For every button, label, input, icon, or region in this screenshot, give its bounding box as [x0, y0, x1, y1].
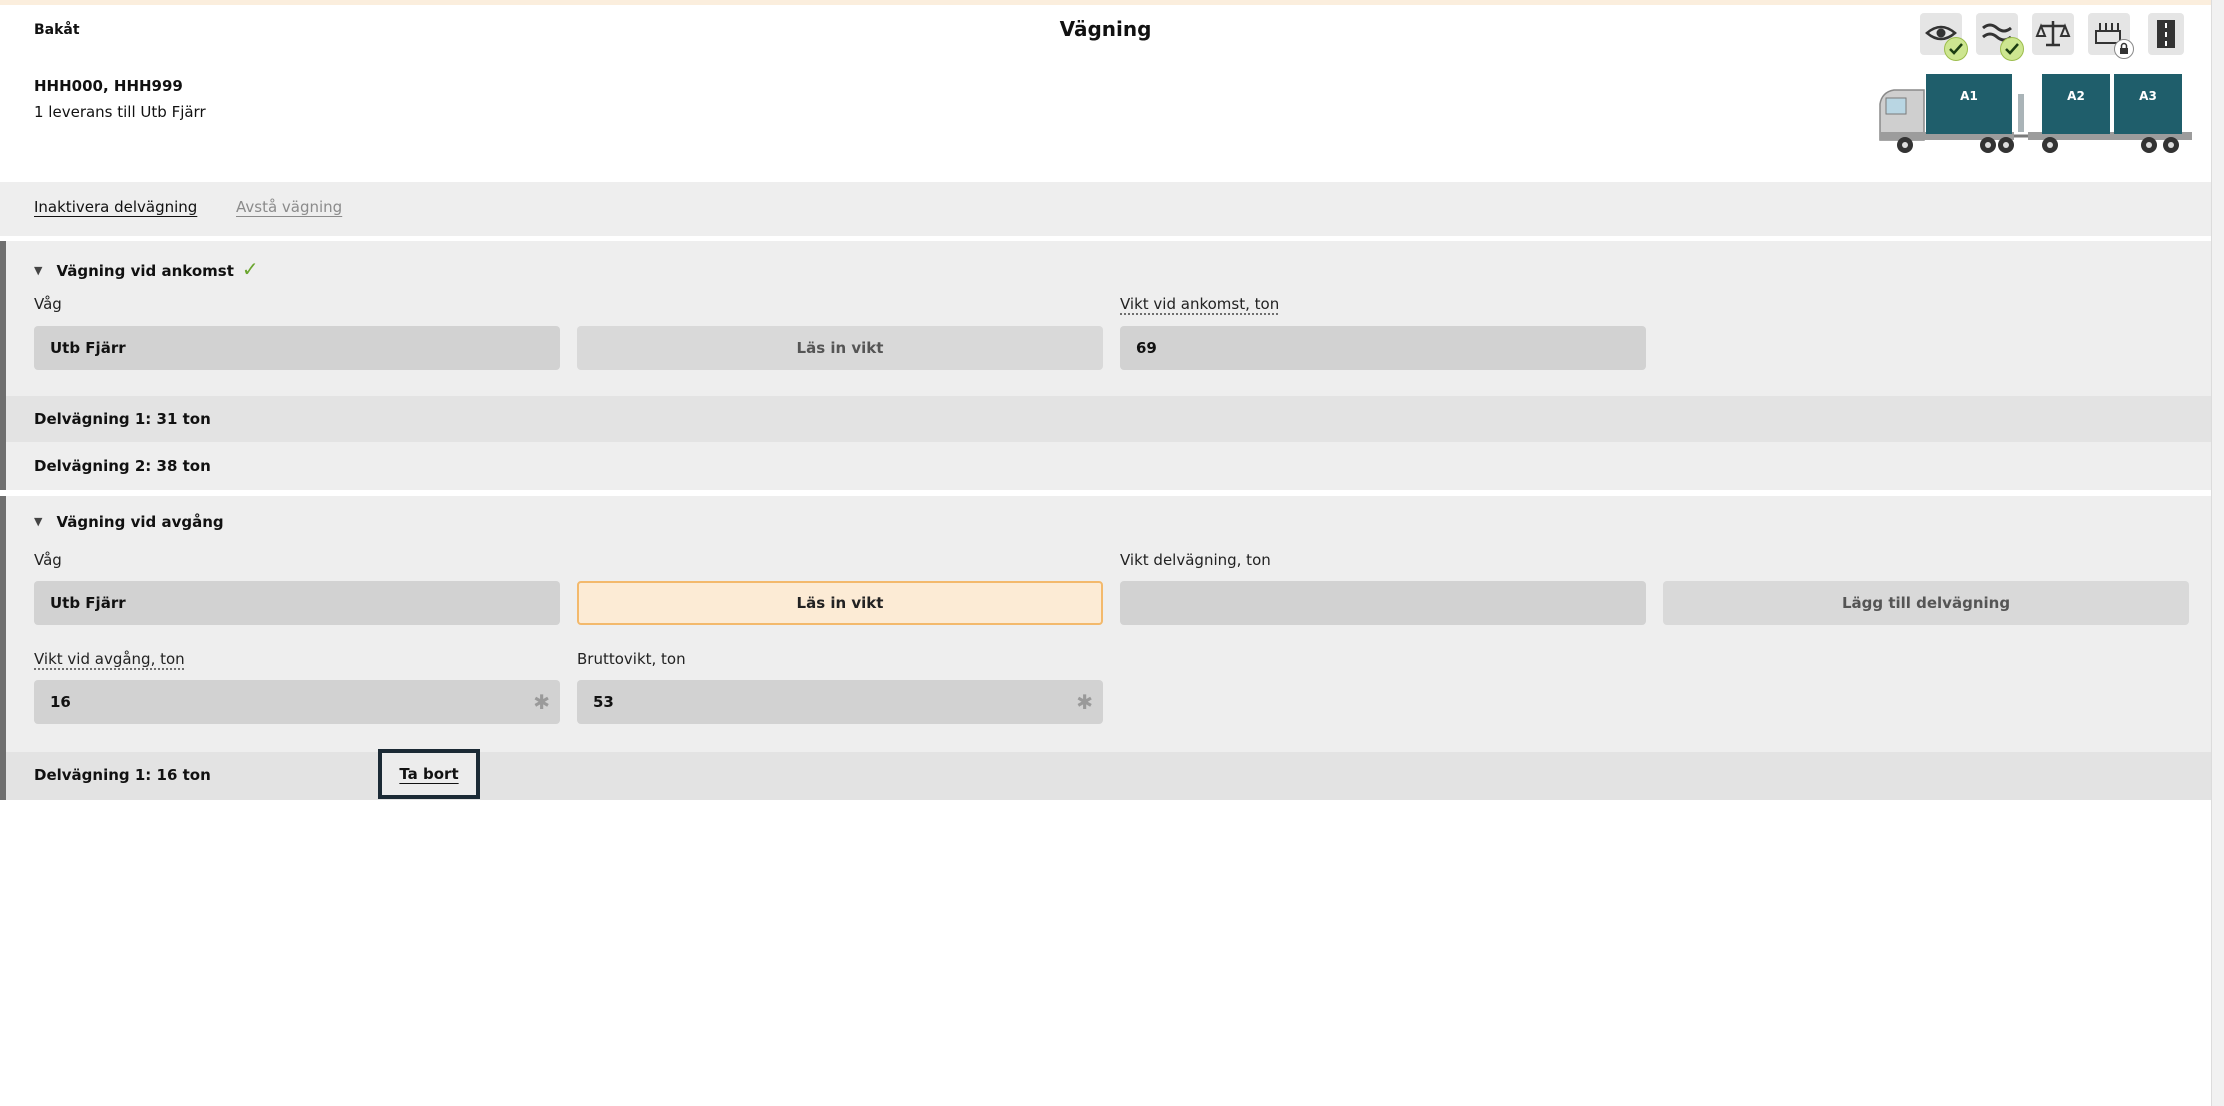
remove-partial-button[interactable]: Ta bort — [378, 749, 480, 799]
page-title: Vägning — [1059, 17, 1152, 41]
arrival-weight-label: Vikt vid ankomst, ton — [1120, 295, 1280, 313]
partial-weight-input[interactable] — [1120, 581, 1646, 625]
departure-section-header[interactable]: ▼ Vägning vid avgång — [34, 513, 224, 531]
truck-illustration: A1 A2 A3 — [1878, 74, 2192, 156]
departure-section-title: Vägning vid avgång — [56, 513, 224, 531]
check-badge-icon — [1944, 37, 1968, 61]
departure-scale-field[interactable]: Utb Fjärr — [34, 581, 560, 625]
eye-icon[interactable] — [1920, 13, 1968, 61]
gross-weight-label: Bruttovikt, ton — [577, 650, 686, 668]
add-partial-weighing-button[interactable]: Lägg till delvägning — [1663, 581, 2189, 625]
arrival-weighing-section: ▼ Vägning vid ankomst ✓ Våg Vikt vid ankom… — [0, 241, 2211, 490]
departure-partial-row-1: Delvägning 1: 16 ton — [6, 752, 2211, 800]
crane-icon[interactable] — [2088, 13, 2134, 59]
arrival-scale-label: Våg — [34, 295, 62, 313]
departure-weight-value: 16 — [50, 693, 71, 711]
departure-scale-label: Våg — [34, 551, 62, 569]
caret-down-icon: ▼ — [34, 264, 43, 277]
check-icon: ✓ — [241, 257, 259, 281]
arrival-section-header[interactable]: ▼ Vägning vid ankomst ✓ — [34, 257, 259, 281]
cargo-unit-a3[interactable]: A3 — [2114, 74, 2182, 134]
vehicle-ids: HHH000, HHH999 — [34, 77, 183, 95]
arrival-section-title: Vägning vid ankomst — [56, 262, 234, 280]
cargo-unit-a2[interactable]: A2 — [2042, 74, 2110, 134]
partial-weight-label: Vikt delvägning, ton — [1120, 551, 1271, 569]
required-asterisk-icon: ✱ — [1076, 690, 1093, 714]
remove-partial-label: Ta bort — [399, 765, 459, 783]
scale-icon[interactable] — [2032, 13, 2074, 55]
arrival-partial-2-text: Delvägning 2: 38 ton — [34, 457, 211, 475]
check-badge-icon — [2000, 37, 2024, 61]
departure-weight-input[interactable]: 16 ✱ — [34, 680, 560, 724]
vertical-scrollbar[interactable] — [2211, 0, 2224, 1106]
lock-icon — [2114, 39, 2134, 59]
gross-weight-value: 53 — [593, 693, 614, 711]
departure-partial-1-text: Delvägning 1: 16 ton — [34, 766, 211, 784]
skip-weighing-link[interactable]: Avstå vägning — [236, 198, 342, 216]
deactivate-partial-weighing-link[interactable]: Inaktivera delvägning — [34, 198, 197, 216]
top-accent-line — [0, 0, 2211, 5]
weighing-page: Bakåt Vägning HHH000, HHH999 1 leverans … — [0, 0, 2211, 1106]
wave-icon[interactable] — [1976, 13, 2024, 61]
departure-weight-label: Vikt vid avgång, ton — [34, 650, 185, 668]
delivery-info: 1 leverans till Utb Fjärr — [34, 103, 206, 121]
arrival-weight-input[interactable]: 69 — [1120, 326, 1646, 370]
arrival-read-weight-button[interactable]: Läs in vikt — [577, 326, 1103, 370]
departure-read-weight-button[interactable]: Läs in vikt — [577, 581, 1103, 625]
departure-weighing-section: ▼ Vägning vid avgång Våg Vikt delvägning,… — [0, 496, 2211, 800]
required-asterisk-icon: ✱ — [533, 690, 550, 714]
arrival-partial-row-2: Delvägning 2: 38 ton — [6, 443, 2211, 489]
arrival-partial-1-text: Delvägning 1: 31 ton — [34, 410, 211, 428]
arrival-scale-field[interactable]: Utb Fjärr — [34, 326, 560, 370]
caret-down-icon: ▼ — [34, 515, 43, 528]
road-icon[interactable] — [2148, 13, 2184, 55]
gross-weight-input[interactable]: 53 ✱ — [577, 680, 1103, 724]
arrival-partial-row-1: Delvägning 1: 31 ton — [6, 396, 2211, 442]
cargo-unit-a1[interactable]: A1 — [1926, 74, 2012, 134]
